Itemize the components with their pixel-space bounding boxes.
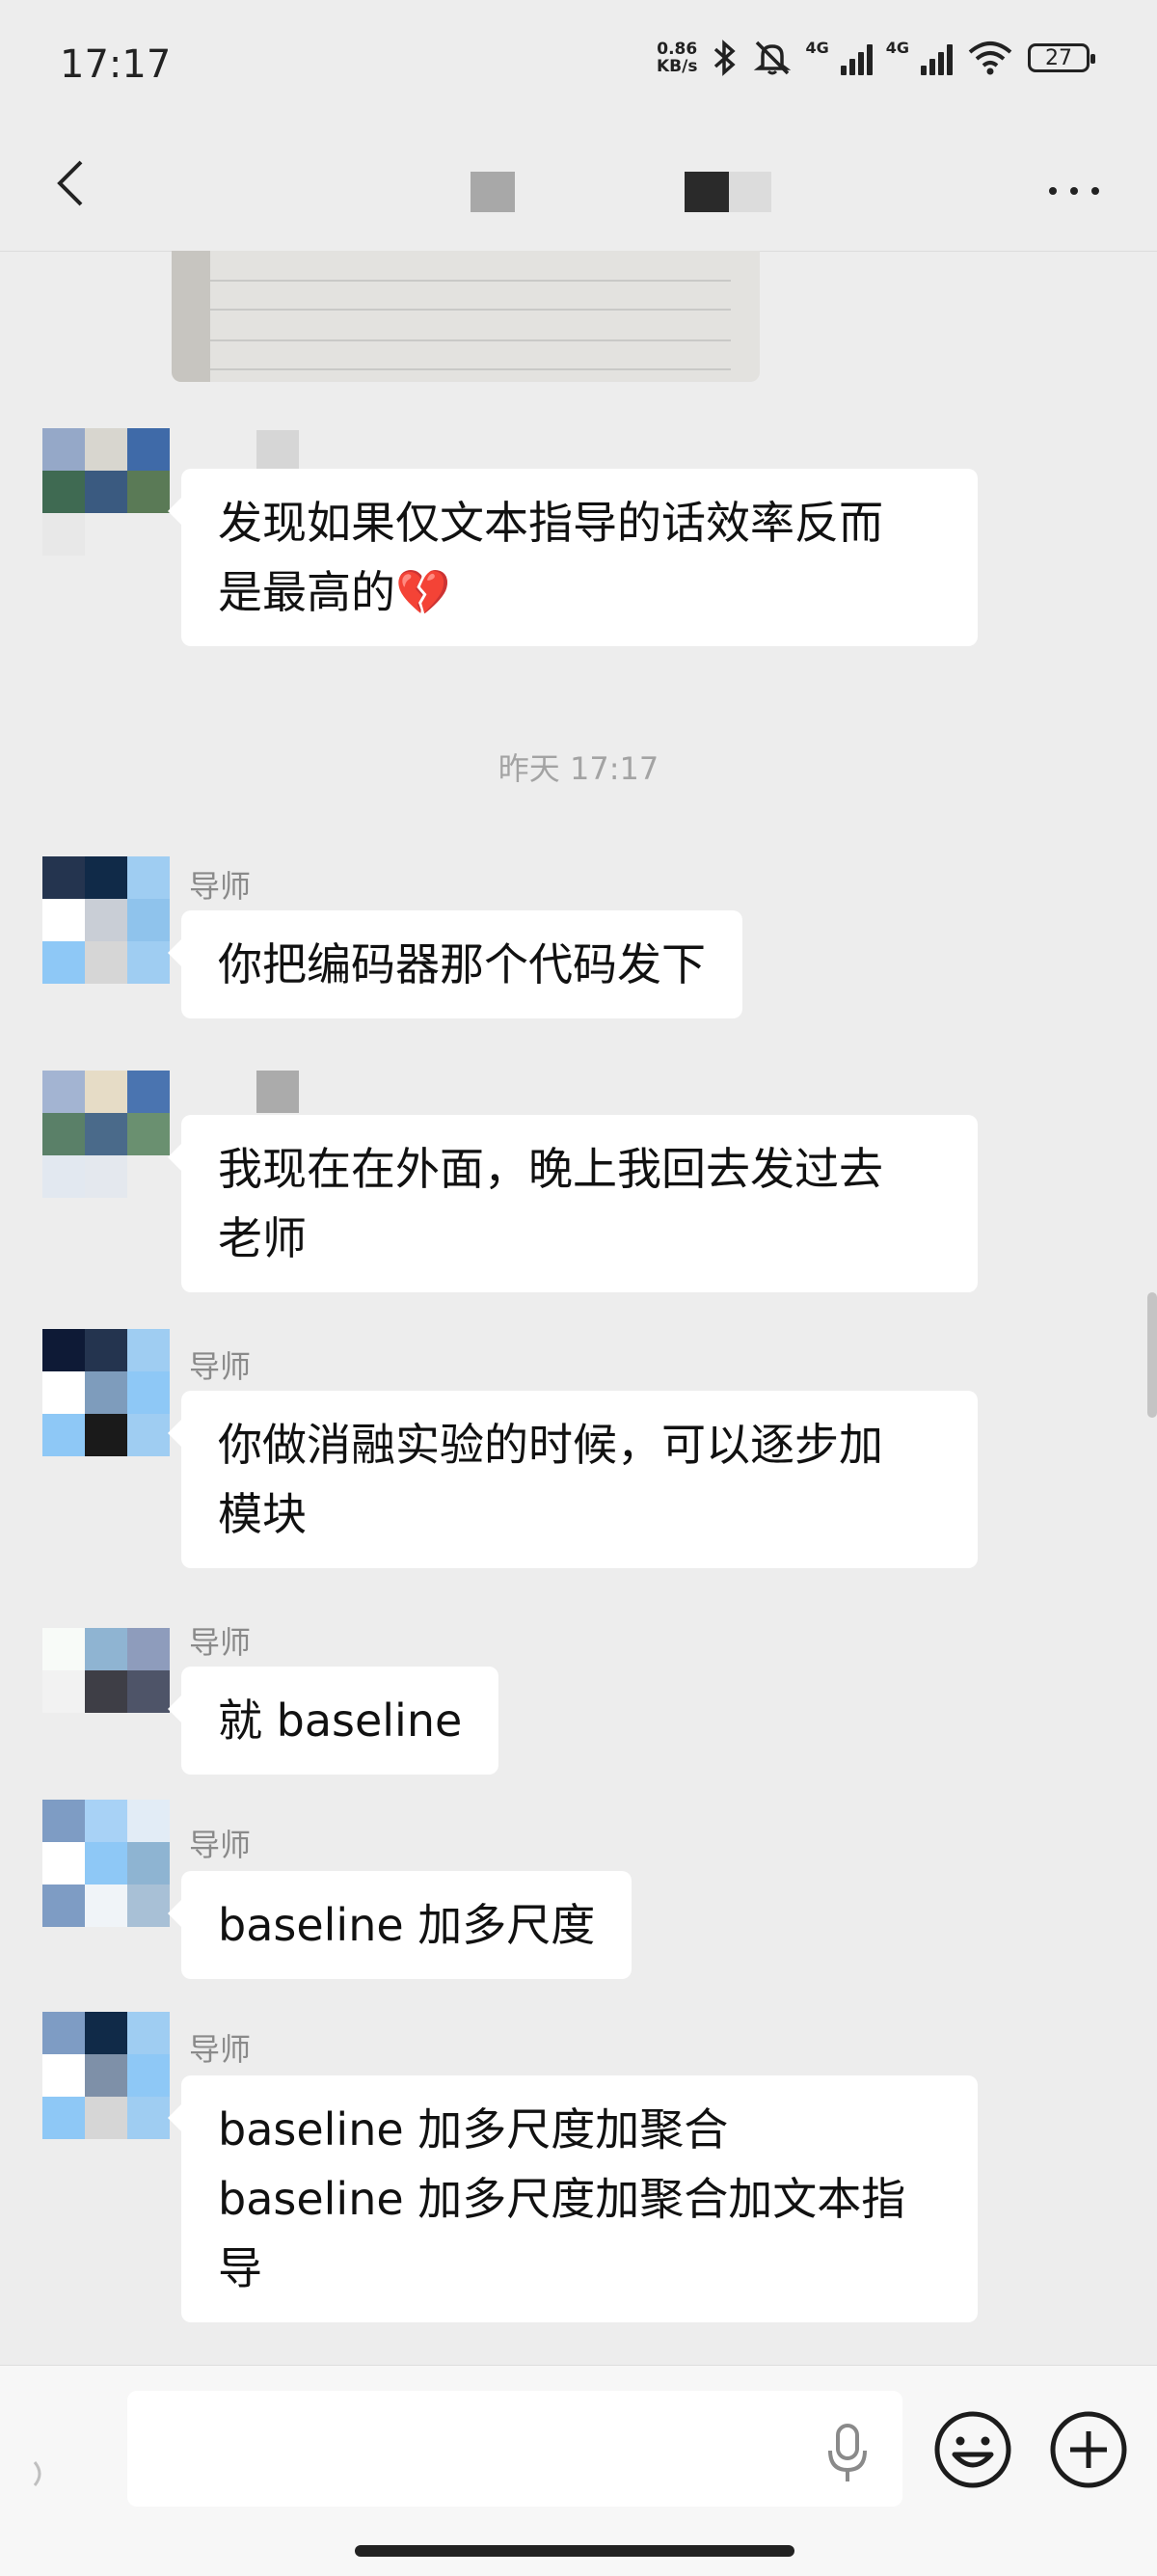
avatar[interactable] <box>42 1329 170 1456</box>
emoji-icon[interactable] <box>931 2408 1014 2491</box>
sender-name: 导师 <box>189 1827 252 1863</box>
scrollbar-thumb[interactable] <box>1147 1292 1157 1418</box>
battery-indicator: 27 <box>1028 43 1095 72</box>
message-bubble[interactable]: 你做消融实验的时候，可以逐步加 模块 <box>168 1391 978 1568</box>
message-text: 你做消融实验的时候，可以逐步加 <box>218 1419 883 1471</box>
net-speed-value: 0.86 <box>657 40 698 59</box>
signal-1-label: 4G <box>805 39 829 57</box>
chat-header <box>0 135 1157 252</box>
message-bubble[interactable]: baseline 加多尺度加聚合 baseline 加多尺度加聚合加文本指 导 <box>168 2075 978 2322</box>
sender-name: 导师 <box>189 2031 252 2068</box>
paper-line <box>210 339 731 341</box>
paper-line <box>210 368 731 370</box>
mute-bell-icon <box>754 41 792 75</box>
image-message[interactable] <box>172 251 760 382</box>
avatar[interactable] <box>42 2012 170 2139</box>
redaction-block <box>685 172 729 212</box>
image-shadow <box>172 251 210 382</box>
net-speed-unit: KB/s <box>657 57 698 76</box>
message-text: baseline 加多尺度加聚合 <box>218 2103 729 2156</box>
chevron-left-icon[interactable] <box>44 154 102 212</box>
message-text: 你把编码器那个代码发下 <box>218 938 706 990</box>
message-text: 模块 <box>218 1488 307 1540</box>
message-timestamp: 昨天 17:17 <box>498 750 659 787</box>
message-input[interactable] <box>127 2391 902 2507</box>
message-text: 是最高的💔 <box>218 566 451 618</box>
bluetooth-icon <box>714 40 737 76</box>
message-bubble[interactable]: 你把编码器那个代码发下 <box>168 910 742 1018</box>
status-bar: 17:17 0.86 KB/s 4G 4G 27 <box>0 0 1157 135</box>
message-text: 导 <box>218 2242 262 2294</box>
voice-toggle-icon[interactable] <box>21 2445 60 2503</box>
message-text: baseline 加多尺度加聚合加文本指 <box>218 2173 906 2225</box>
status-time: 17:17 <box>60 42 172 87</box>
message-bubble[interactable]: 发现如果仅文本指导的话效率反而 是最高的💔 <box>168 469 978 646</box>
message-text: 老师 <box>218 1212 307 1264</box>
status-icons: 0.86 KB/s 4G 4G 27 <box>657 39 1095 77</box>
avatar[interactable] <box>42 1628 170 1755</box>
signal-1-icon <box>840 41 873 75</box>
net-speed: 0.86 KB/s <box>657 41 697 75</box>
microphone-icon[interactable] <box>823 2420 872 2487</box>
message-bubble[interactable]: baseline 加多尺度 <box>167 1871 632 1979</box>
redacted-name <box>256 1071 299 1113</box>
home-indicator[interactable] <box>355 2545 794 2557</box>
signal-2-label: 4G <box>885 39 909 57</box>
message-bubble[interactable]: 就 baseline <box>167 1667 499 1775</box>
sender-name: 导师 <box>189 1348 252 1385</box>
sender-name: 导师 <box>189 868 252 905</box>
avatar[interactable] <box>42 1800 170 1927</box>
wifi-icon <box>968 41 1012 75</box>
more-horizontal-icon[interactable] <box>1045 181 1103 201</box>
message-bubble[interactable]: 我现在在外面，晚上我回去发过去 老师 <box>168 1115 978 1292</box>
message-text: 我现在在外面，晚上我回去发过去 <box>218 1143 883 1195</box>
message-text: 发现如果仅文本指导的话效率反而 <box>218 497 883 549</box>
paper-line <box>210 309 731 311</box>
message-text: 就 baseline <box>218 1695 463 1747</box>
input-bar <box>0 2365 1157 2576</box>
message-list[interactable]: 发现如果仅文本指导的话效率反而 是最高的💔 昨天 17:17 导师 你把编码器那… <box>0 251 1157 2363</box>
sender-name: 导师 <box>189 1624 252 1661</box>
redacted-name <box>256 430 299 473</box>
avatar[interactable] <box>42 1071 170 1198</box>
avatar[interactable] <box>42 428 170 556</box>
redaction-block <box>729 172 771 212</box>
plus-circle-icon[interactable] <box>1047 2408 1130 2491</box>
paper-line <box>210 280 731 282</box>
signal-2-icon <box>921 41 953 75</box>
redaction-block <box>471 172 515 212</box>
avatar[interactable] <box>42 856 170 984</box>
message-text: baseline 加多尺度 <box>218 1899 596 1951</box>
